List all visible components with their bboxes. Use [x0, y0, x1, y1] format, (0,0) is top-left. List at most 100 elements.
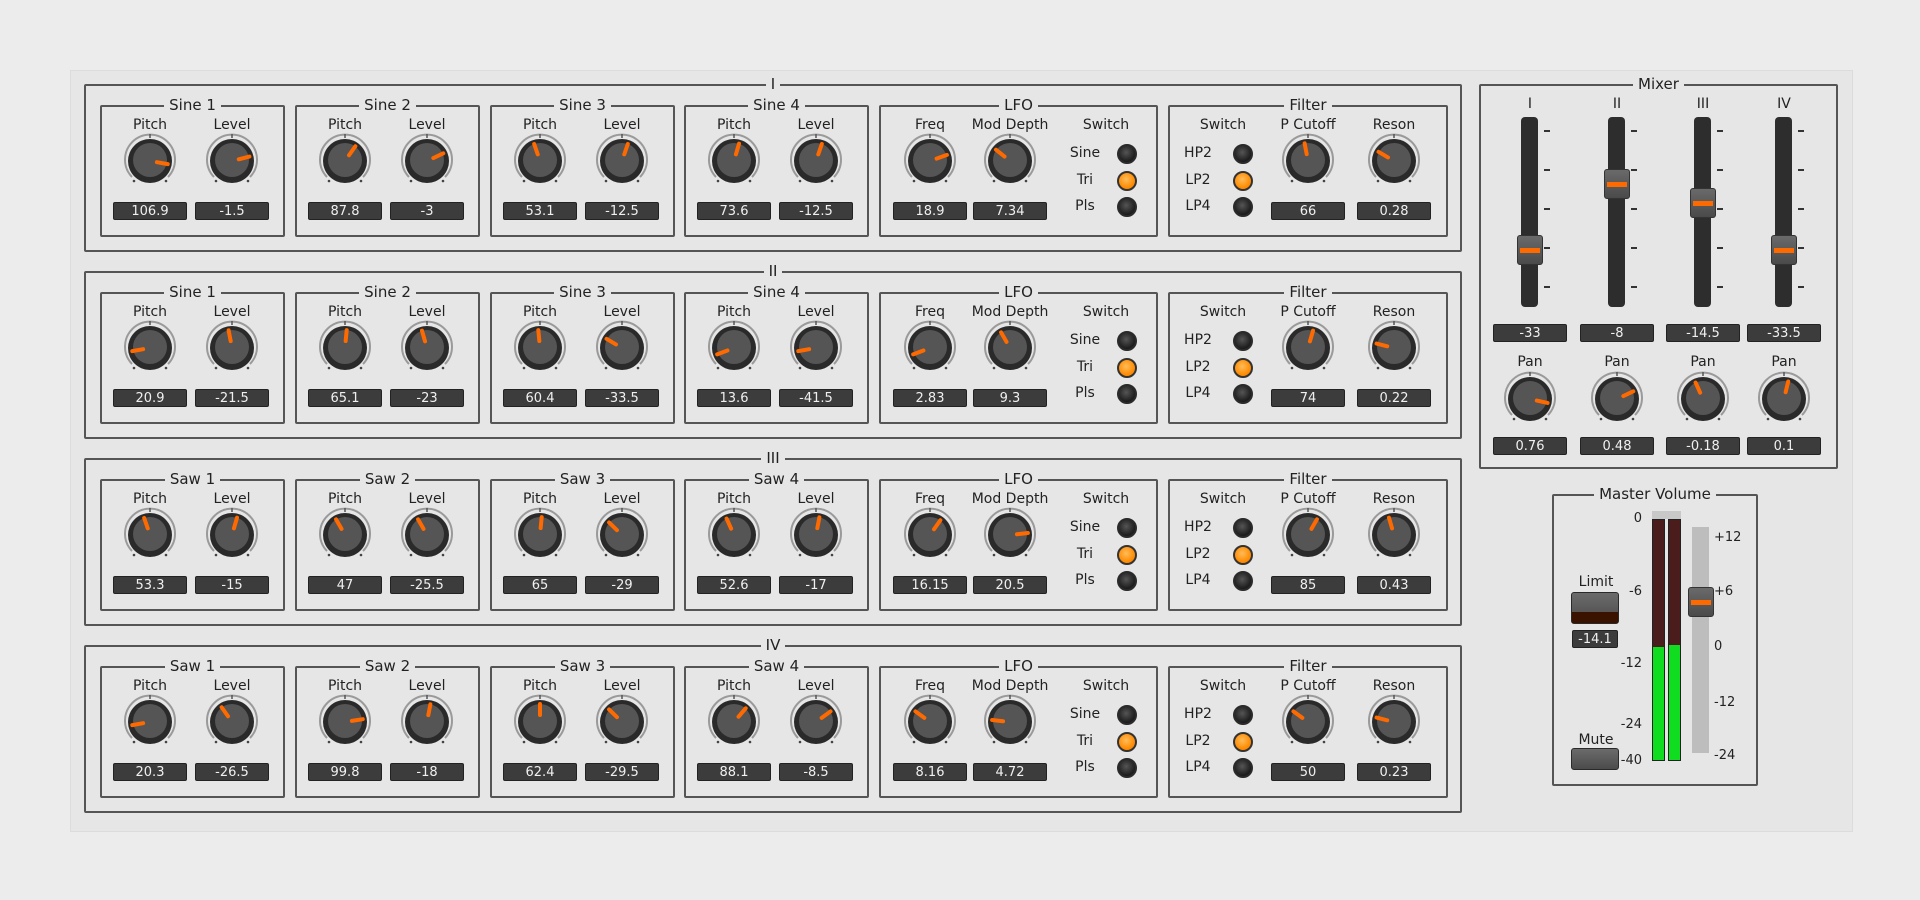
level-knob[interactable] — [788, 694, 844, 750]
volume-value[interactable]: -8 — [1580, 324, 1654, 342]
freq-knob[interactable] — [902, 694, 958, 750]
pitch-knob[interactable] — [317, 133, 373, 189]
pan-knob[interactable] — [1589, 371, 1645, 427]
freq-knob[interactable] — [902, 133, 958, 189]
lfo-radio-sine[interactable] — [1117, 705, 1137, 725]
master-fader-track[interactable] — [1692, 527, 1709, 753]
cutoff-value[interactable]: 74 — [1271, 389, 1345, 407]
pitch-value[interactable]: 47 — [308, 576, 382, 594]
level-knob[interactable] — [204, 507, 260, 563]
cutoff-knob[interactable] — [1280, 694, 1336, 750]
volume-fader-handle[interactable] — [1690, 187, 1716, 218]
pitch-value[interactable]: 13.6 — [697, 389, 771, 407]
pitch-knob[interactable] — [317, 507, 373, 563]
volume-value[interactable]: -14.5 — [1666, 324, 1740, 342]
pitch-value[interactable]: 20.3 — [113, 763, 187, 781]
pitch-knob[interactable] — [317, 694, 373, 750]
freq-knob[interactable] — [902, 507, 958, 563]
level-value[interactable]: -17 — [779, 576, 853, 594]
level-value[interactable]: -21.5 — [195, 389, 269, 407]
pitch-value[interactable]: 65 — [503, 576, 577, 594]
level-knob[interactable] — [788, 507, 844, 563]
mod-depth-value[interactable]: 7.34 — [973, 202, 1047, 220]
reson-knob[interactable] — [1366, 507, 1422, 563]
cutoff-knob[interactable] — [1280, 320, 1336, 376]
reson-knob[interactable] — [1366, 133, 1422, 189]
cutoff-knob[interactable] — [1280, 507, 1336, 563]
pitch-value[interactable]: 60.4 — [503, 389, 577, 407]
level-value[interactable]: -15 — [195, 576, 269, 594]
pan-value[interactable]: 0.1 — [1747, 437, 1821, 455]
reson-knob[interactable] — [1366, 694, 1422, 750]
filter-radio-lp4[interactable] — [1233, 197, 1253, 217]
reson-value[interactable]: 0.22 — [1357, 389, 1431, 407]
filter-radio-lp2[interactable] — [1233, 732, 1253, 752]
filter-radio-lp2[interactable] — [1233, 545, 1253, 565]
freq-value[interactable]: 8.16 — [893, 763, 967, 781]
level-value[interactable]: -25.5 — [390, 576, 464, 594]
pitch-value[interactable]: 87.8 — [308, 202, 382, 220]
level-knob[interactable] — [788, 133, 844, 189]
filter-radio-hp2[interactable] — [1233, 144, 1253, 164]
pitch-knob[interactable] — [706, 507, 762, 563]
pitch-knob[interactable] — [512, 694, 568, 750]
lfo-radio-pls[interactable] — [1117, 758, 1137, 778]
pan-value[interactable]: 0.48 — [1580, 437, 1654, 455]
lfo-radio-sine[interactable] — [1117, 518, 1137, 538]
volume-fader-track[interactable] — [1521, 117, 1538, 307]
level-value[interactable]: -12.5 — [585, 202, 659, 220]
level-value[interactable]: -1.5 — [195, 202, 269, 220]
mod-depth-knob[interactable] — [982, 507, 1038, 563]
pitch-value[interactable]: 53.1 — [503, 202, 577, 220]
filter-radio-lp4[interactable] — [1233, 571, 1253, 591]
level-value[interactable]: -26.5 — [195, 763, 269, 781]
lfo-radio-tri[interactable] — [1117, 732, 1137, 752]
mod-depth-knob[interactable] — [982, 694, 1038, 750]
master-fader-handle[interactable] — [1688, 586, 1714, 617]
pan-knob[interactable] — [1675, 371, 1731, 427]
pitch-knob[interactable] — [706, 694, 762, 750]
filter-radio-hp2[interactable] — [1233, 518, 1253, 538]
pan-value[interactable]: 0.76 — [1493, 437, 1567, 455]
volume-value[interactable]: -33 — [1493, 324, 1567, 342]
filter-radio-hp2[interactable] — [1233, 331, 1253, 351]
reson-knob[interactable] — [1366, 320, 1422, 376]
freq-value[interactable]: 16.15 — [893, 576, 967, 594]
filter-radio-lp2[interactable] — [1233, 358, 1253, 378]
level-knob[interactable] — [204, 694, 260, 750]
filter-radio-lp4[interactable] — [1233, 758, 1253, 778]
pan-knob[interactable] — [1756, 371, 1812, 427]
pitch-knob[interactable] — [706, 320, 762, 376]
level-value[interactable]: -41.5 — [779, 389, 853, 407]
mod-depth-value[interactable]: 9.3 — [973, 389, 1047, 407]
pitch-value[interactable]: 52.6 — [697, 576, 771, 594]
pitch-knob[interactable] — [317, 320, 373, 376]
cutoff-value[interactable]: 66 — [1271, 202, 1345, 220]
lfo-radio-pls[interactable] — [1117, 571, 1137, 591]
filter-radio-lp2[interactable] — [1233, 171, 1253, 191]
lfo-radio-sine[interactable] — [1117, 144, 1137, 164]
volume-fader-handle[interactable] — [1604, 168, 1630, 199]
lfo-radio-pls[interactable] — [1117, 384, 1137, 404]
volume-fader-track[interactable] — [1608, 117, 1625, 307]
mod-depth-value[interactable]: 20.5 — [973, 576, 1047, 594]
level-value[interactable]: -3 — [390, 202, 464, 220]
freq-knob[interactable] — [902, 320, 958, 376]
pitch-value[interactable]: 20.9 — [113, 389, 187, 407]
volume-value[interactable]: -33.5 — [1747, 324, 1821, 342]
mod-depth-knob[interactable] — [982, 320, 1038, 376]
cutoff-knob[interactable] — [1280, 133, 1336, 189]
reson-value[interactable]: 0.43 — [1357, 576, 1431, 594]
level-knob[interactable] — [399, 694, 455, 750]
pitch-knob[interactable] — [706, 133, 762, 189]
lfo-radio-tri[interactable] — [1117, 545, 1137, 565]
level-knob[interactable] — [788, 320, 844, 376]
level-knob[interactable] — [594, 507, 650, 563]
level-value[interactable]: -29.5 — [585, 763, 659, 781]
reson-value[interactable]: 0.28 — [1357, 202, 1431, 220]
cutoff-value[interactable]: 85 — [1271, 576, 1345, 594]
filter-radio-lp4[interactable] — [1233, 384, 1253, 404]
cutoff-value[interactable]: 50 — [1271, 763, 1345, 781]
level-knob[interactable] — [399, 320, 455, 376]
pitch-value[interactable]: 65.1 — [308, 389, 382, 407]
